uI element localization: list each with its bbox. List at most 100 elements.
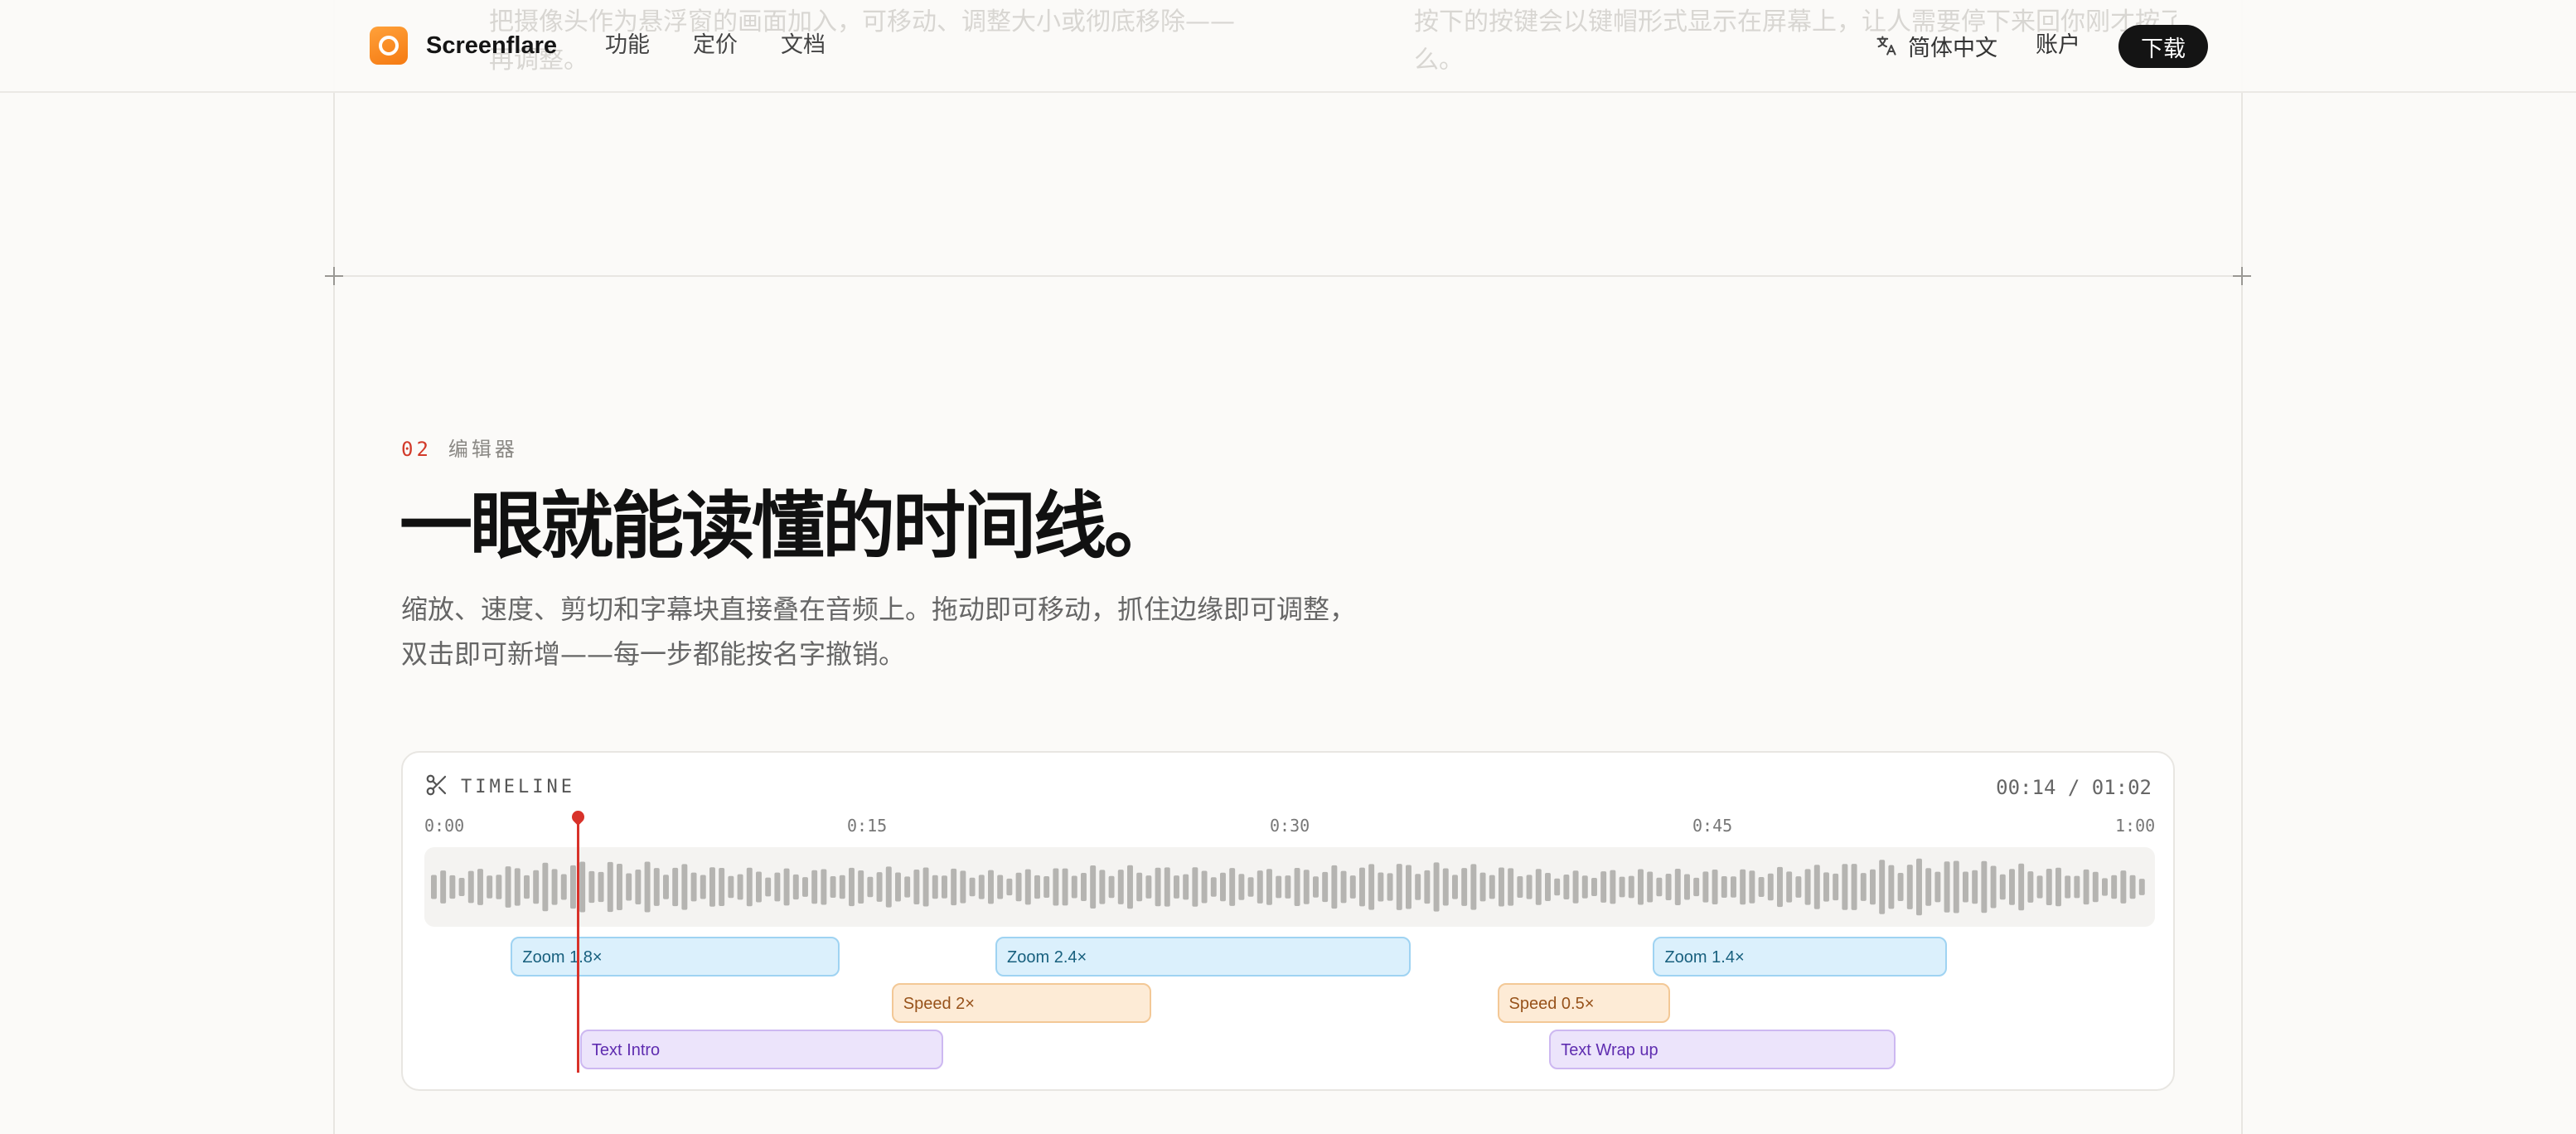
waveform-bar [913, 869, 920, 905]
waveform-bar [1127, 865, 1133, 909]
waveform-bar [1944, 861, 1950, 913]
language-label: 简体中文 [1908, 35, 1997, 61]
text-clip[interactable]: Text Wrap up [1549, 1030, 1896, 1069]
waveform-bar [1053, 868, 1059, 906]
waveform-bar [1006, 878, 1013, 896]
waveform-bar [932, 875, 938, 899]
brand-logo-icon[interactable] [370, 27, 408, 65]
tick-label: 0:30 [1270, 816, 1310, 836]
waveform-bar [570, 865, 576, 909]
playhead[interactable] [577, 816, 579, 1073]
zoom-clip[interactable]: Zoom 2.4× [995, 937, 1411, 976]
waveform-bar [2092, 871, 2099, 903]
waveform-bar [2129, 875, 2136, 899]
waveform-bar [774, 872, 781, 902]
waveform-bar [2102, 878, 2108, 896]
waveform-bar [2027, 871, 2034, 903]
audio-waveform [431, 858, 2145, 916]
waveform-bar [1786, 871, 1793, 903]
waveform-bar [1879, 860, 1886, 914]
speed-clip[interactable]: Speed 2× [891, 983, 1151, 1023]
waveform-bar [1247, 877, 1254, 897]
waveform-bar [1638, 869, 1644, 905]
waveform-bar [690, 872, 697, 902]
waveform-bar [2083, 869, 2089, 905]
waveform-bar [1424, 870, 1431, 904]
waveform-bar [514, 868, 521, 906]
waveform-bar [1581, 875, 1588, 899]
waveform-bar [1572, 870, 1579, 904]
waveform-bar [719, 868, 725, 906]
waveform-bar [792, 874, 799, 900]
waveform-bar [1610, 870, 1616, 904]
waveform-bar [1368, 864, 1375, 910]
nav-item-pricing[interactable]: 定价 [693, 25, 738, 66]
waveform-bar [663, 875, 669, 899]
playhead-handle[interactable] [569, 807, 588, 826]
waveform-bar [1860, 873, 1867, 901]
waveform-bar [978, 875, 985, 899]
waveform-bar [1897, 872, 1904, 902]
waveform-bar [1813, 865, 1820, 909]
waveform-bar [1619, 876, 1625, 898]
waveform-bar [1340, 870, 1347, 904]
waveform-bar [1702, 871, 1709, 903]
timeline-title: TIMELINE [461, 777, 575, 797]
waveform-bar [440, 870, 447, 904]
waveform-bar [1294, 868, 1300, 906]
waveform-bar [1378, 872, 1384, 902]
speed-clip[interactable]: Speed 0.5× [1497, 983, 1671, 1023]
text-clip[interactable]: Text Intro [579, 1030, 944, 1069]
waveform-bar [1554, 878, 1561, 896]
waveform-bar [867, 876, 874, 898]
waveform-bar [1359, 867, 1365, 907]
waveform-bar [821, 869, 827, 905]
waveform-bar [1721, 875, 1727, 899]
timeline-panel: TIMELINE 00:14 / 01:02 0:00 0:15 0:30 0:… [401, 751, 2175, 1091]
waveform-bar [811, 870, 818, 904]
waveform-bar [765, 877, 772, 897]
waveform-bar [1674, 868, 1681, 906]
waveform-bar [1201, 870, 1208, 904]
zoom-clip[interactable]: Zoom 1.8× [511, 937, 840, 976]
waveform-bar [1192, 867, 1198, 907]
waveform-bar [1693, 877, 1700, 897]
waveform-bar [2065, 875, 2071, 899]
waveform-bar [1034, 875, 1040, 899]
section-headline: 一眼就能读懂的时间线。 [399, 483, 1177, 569]
waveform-bar [1174, 875, 1179, 899]
zoom-clip[interactable]: Zoom 1.4× [1653, 937, 1948, 976]
translate-icon [1876, 36, 1896, 56]
audio-waveform-track[interactable] [424, 847, 2155, 927]
waveform-bar [588, 870, 595, 904]
waveform-bar [1285, 875, 1291, 899]
waveform-bar [487, 875, 493, 899]
waveform-bar [1238, 874, 1245, 900]
waveform-bar [756, 871, 762, 903]
waveform-bar [1266, 869, 1272, 905]
waveform-bar [1470, 864, 1477, 910]
waveform-bar [626, 873, 632, 901]
waveform-bar [2055, 867, 2061, 907]
waveform-bar [524, 875, 530, 899]
waveform-bar [681, 864, 688, 910]
nav-item-features[interactable]: 功能 [605, 25, 650, 66]
waveform-bar [1479, 872, 1486, 902]
waveform-bar [2138, 879, 2145, 895]
waveform-bar [1062, 868, 1068, 906]
waveform-bar [2018, 863, 2025, 911]
waveform-bar [1415, 874, 1421, 900]
waveform-bar [802, 877, 808, 897]
download-button[interactable]: 下载 [2118, 25, 2208, 68]
waveform-bar [1842, 864, 1848, 910]
waveform-bar [579, 861, 586, 913]
waveform-bar [1851, 864, 1857, 910]
waveform-bar [1257, 870, 1263, 904]
waveform-bar [1972, 870, 1978, 904]
waveform-bar [1155, 867, 1161, 907]
account-link[interactable]: 账户 [2036, 25, 2080, 66]
nav-item-docs[interactable]: 文档 [781, 25, 826, 66]
brand-name[interactable]: Screenflare [426, 25, 557, 66]
waveform-bar [1396, 864, 1402, 910]
language-selector[interactable]: 简体中文 [1875, 25, 1997, 66]
